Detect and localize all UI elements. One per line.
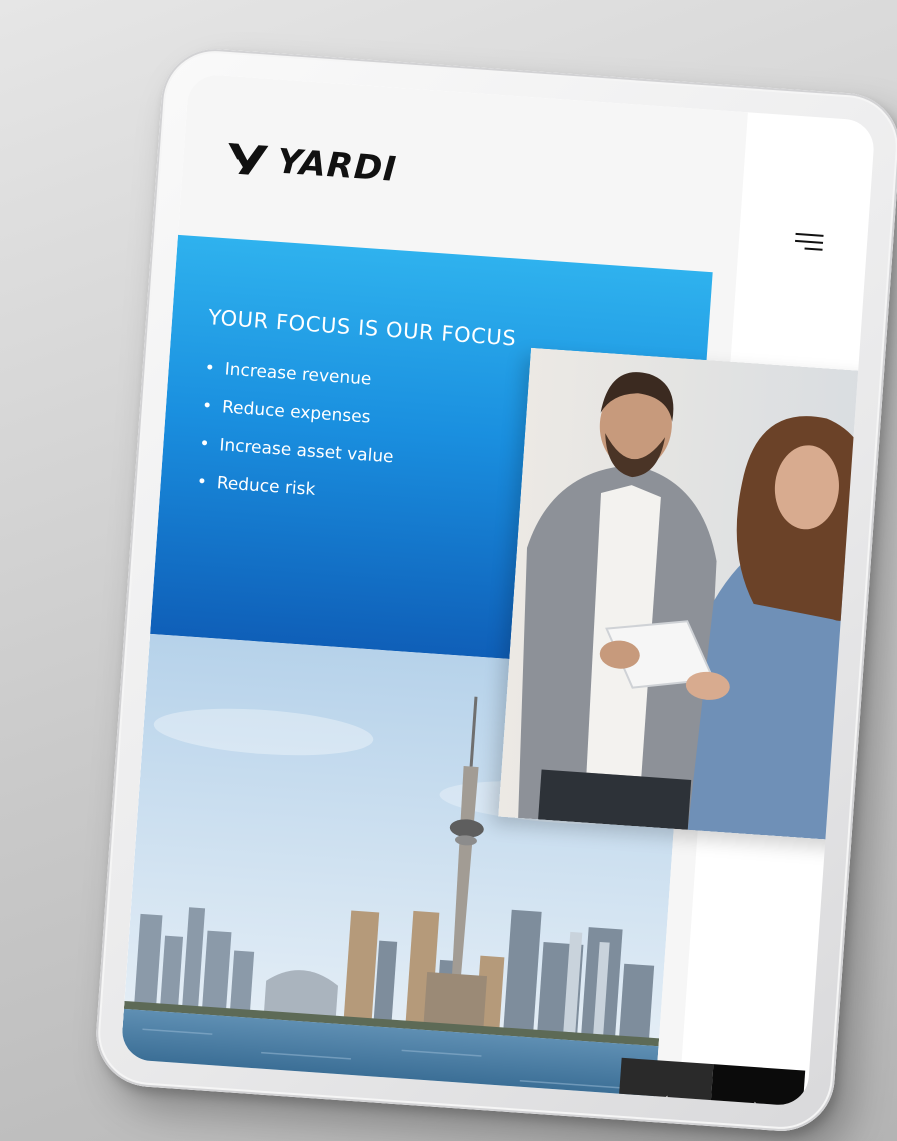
carousel-prev-button[interactable]: ‹ — [616, 1057, 714, 1107]
hero-bullet-list: Increase revenue Reduce expenses Increas… — [195, 349, 400, 514]
business-people-photo — [498, 347, 876, 844]
hero-title: YOUR FOCUS IS OUR FOCUS — [207, 305, 518, 351]
chevron-right-icon: › — [751, 1093, 762, 1107]
tablet-device: YARDI YOUR FOCUS IS OUR FOCUS Increase r… — [92, 45, 897, 1135]
tablet-screen: YARDI YOUR FOCUS IS OUR FOCUS Increase r… — [120, 73, 876, 1107]
chevron-left-icon: ‹ — [659, 1087, 671, 1107]
hamburger-menu-icon[interactable] — [782, 225, 824, 258]
brand-name: YARDI — [275, 141, 399, 190]
carousel-next-button[interactable]: › — [708, 1064, 806, 1107]
yardi-logo-mark-icon — [228, 143, 269, 175]
